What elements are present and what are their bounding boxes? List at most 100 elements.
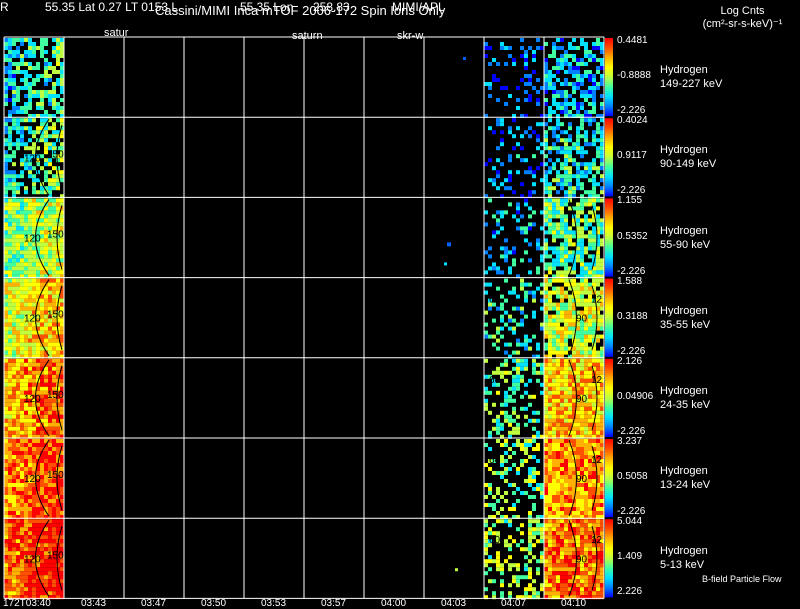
heatmap-cell [60,258,64,263]
heatmap-cell [596,214,600,219]
heatmap-cell [552,238,556,243]
heatmap-cell [12,495,16,499]
heatmap-cell [544,471,548,475]
heatmap-cell [508,519,512,524]
heatmap-cell [16,382,20,387]
heatmap-cell [4,306,8,311]
heatmap-cell [56,242,60,247]
heatmap-cell [28,487,32,491]
heatmap-cell [600,78,604,82]
heatmap-cell [584,50,588,54]
heatmap-cell [536,362,540,367]
heatmap-cell [36,422,40,427]
heatmap-cell [8,539,12,544]
heatmap-cell [52,523,56,528]
heatmap-cell [4,218,8,223]
heatmap-cell [552,202,556,207]
heatmap-cell [536,523,540,528]
heatmap-cell [532,394,536,399]
heatmap-cell [572,86,576,90]
heatmap-cell [60,302,64,307]
heatmap-cell [572,66,576,70]
heatmap-cell [24,378,28,383]
heatmap-cell [8,483,12,487]
heatmap-cell [32,386,36,391]
heatmap-cell [568,230,572,235]
heatmap-cell [592,270,596,275]
heatmap-cell [4,390,8,395]
heatmap-cell [16,467,20,471]
heatmap-cell [500,138,504,143]
heatmap-cell [552,86,556,90]
heatmap-cell [540,559,544,564]
heatmap-cell [572,230,576,235]
heatmap-cell [528,455,532,459]
heatmap-cell [568,551,572,556]
heatmap-cell [36,206,40,211]
heatmap-cell [544,378,548,383]
heatmap-cell [560,182,564,187]
heatmap-cell [504,499,508,503]
heatmap-cell [508,174,512,179]
heatmap-cell [564,342,568,347]
heatmap-cell [528,338,532,343]
heatmap-cell [60,378,64,383]
heatmap-cell [552,503,556,507]
heatmap-cell [588,571,592,576]
heatmap-cell [24,499,28,503]
heatmap-cell [4,262,8,267]
heatmap-cell [32,218,36,223]
heatmap-cell [516,487,520,491]
heatmap-cell [560,306,564,311]
heatmap-cell [564,362,568,367]
heatmap-cell [32,262,36,267]
heatmap-cell [44,459,48,463]
heatmap-cell [504,471,508,475]
heatmap-cell [596,58,600,62]
heatmap-cell [12,230,16,235]
heatmap-cell [16,250,20,255]
heatmap-cell [528,190,532,195]
panel-species-label: Hydrogen [660,465,708,478]
heatmap-cell [28,575,32,580]
heatmap-cell [56,422,60,427]
heatmap-cell [568,190,572,195]
heatmap-cell [580,282,584,287]
heatmap-cell [520,146,524,151]
heatmap-cell [520,318,524,323]
heatmap-cell [12,70,16,74]
heatmap-cell [588,234,592,239]
heatmap-cell [576,290,580,295]
heatmap-cell [560,334,564,339]
heatmap-cell [40,575,44,580]
heatmap-cell [4,326,8,331]
heatmap-cell [544,527,548,532]
heatmap-cell [592,174,596,179]
heatmap-cell [40,50,44,54]
heatmap-cell [552,414,556,419]
heatmap-cell [20,206,24,211]
heatmap-cell [484,374,488,379]
heatmap-cell [24,94,28,98]
heatmap-cell [8,334,12,339]
heatmap-cell [544,82,548,86]
heatmap-cell [600,414,604,419]
heatmap-cell [592,487,596,491]
heatmap-cell [544,483,548,487]
heatmap-cell [564,266,568,271]
heatmap-cell [8,182,12,187]
heatmap-cell [52,487,56,491]
heatmap-cell [16,362,20,367]
heatmap-cell [544,402,548,407]
heatmap-cell [576,58,580,62]
heatmap-cell [552,246,556,251]
heatmap-cell [556,418,560,423]
heatmap-cell [508,535,512,540]
heatmap-cell [560,382,564,387]
heatmap-cell [24,539,28,544]
heatmap-cell [548,222,552,227]
heatmap-cell [40,54,44,58]
heatmap-cell [20,459,24,463]
heatmap-cell [588,523,592,528]
heatmap-cell [16,46,20,50]
